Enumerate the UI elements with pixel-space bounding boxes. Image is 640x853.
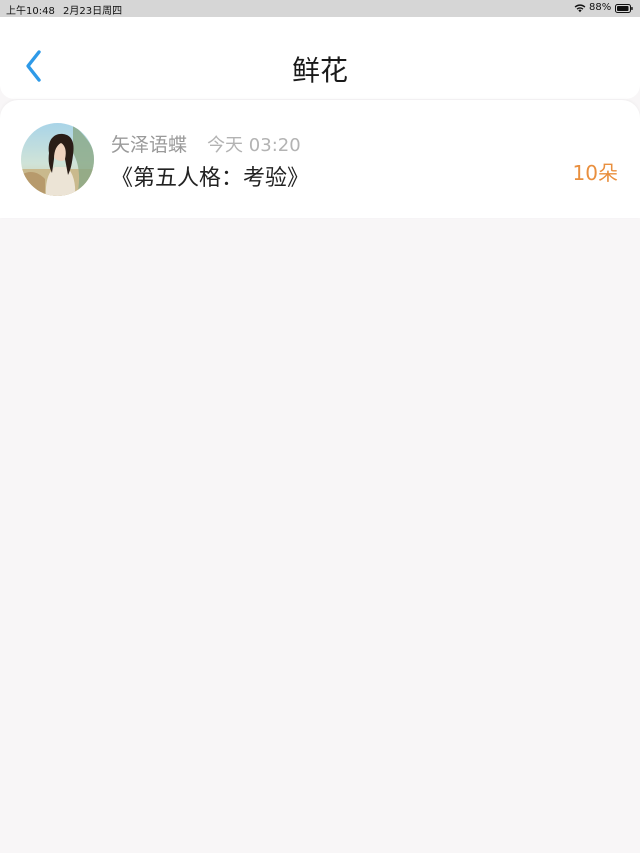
battery-percent: 88% bbox=[589, 2, 612, 13]
wifi-icon bbox=[574, 4, 586, 13]
avatar[interactable] bbox=[21, 123, 94, 196]
meta-line: 矢泽语蝶 今天 03:20 bbox=[111, 130, 301, 157]
flower-count: 10朵 bbox=[572, 161, 618, 185]
status-bar: 上午10:48 2月23日周四 88% bbox=[0, 0, 640, 17]
status-time: 上午10:48 bbox=[6, 6, 55, 17]
status-date: 2月23日周四 bbox=[63, 6, 123, 17]
list-item[interactable]: 矢泽语蝶 今天 03:20 《第五人格：考验》 10朵 bbox=[0, 100, 640, 218]
username[interactable]: 矢泽语蝶 bbox=[111, 134, 187, 156]
work-title[interactable]: 《第五人格：考验》 bbox=[111, 160, 309, 192]
page-title: 鲜花 bbox=[291, 54, 348, 87]
timestamp: 今天 03:20 bbox=[207, 135, 301, 156]
battery-icon bbox=[615, 4, 633, 13]
navigation-bar: 鲜花 bbox=[0, 17, 640, 99]
